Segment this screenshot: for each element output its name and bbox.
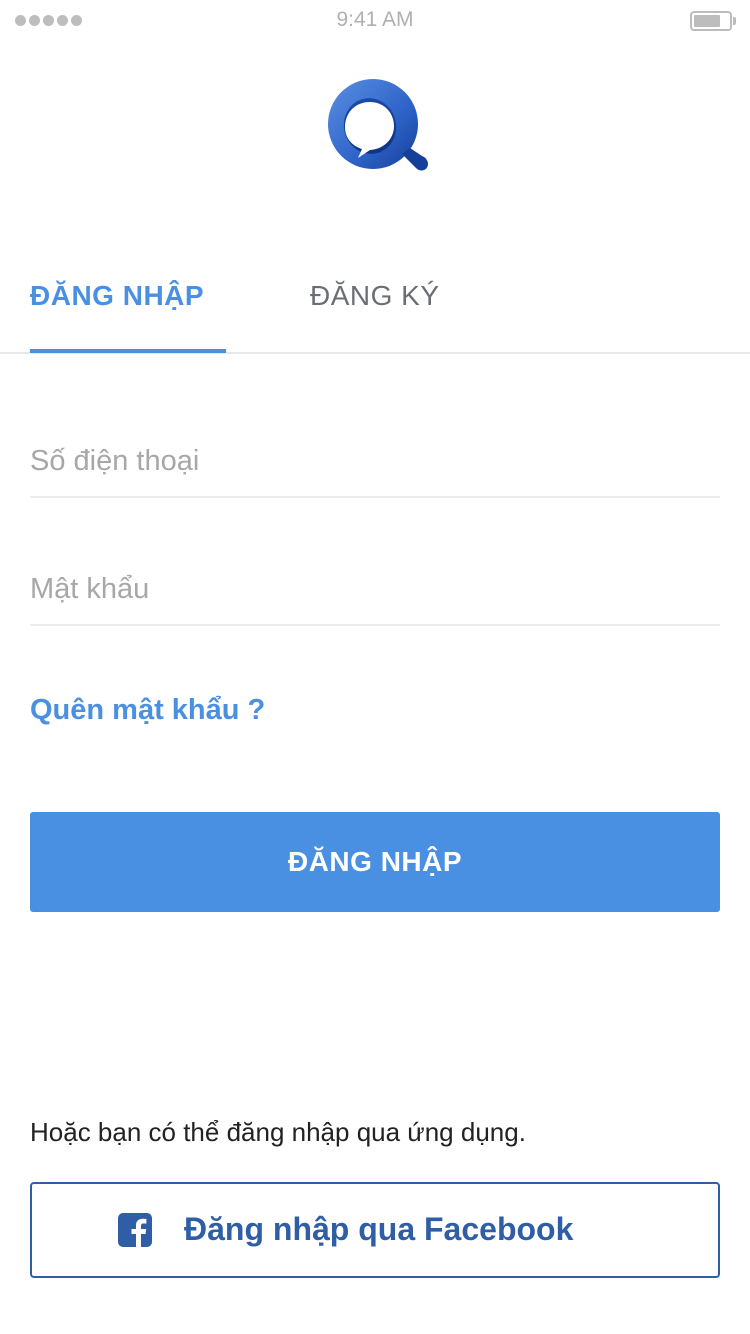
- tab-register[interactable]: ĐĂNG KÝ: [310, 280, 440, 312]
- auth-tabs: ĐĂNG NHẬP ĐĂNG KÝ: [0, 270, 750, 354]
- forgot-password-link[interactable]: Quên mật khẩu ?: [30, 694, 265, 727]
- facebook-login-button[interactable]: Đăng nhập qua Facebook: [30, 1182, 720, 1278]
- status-bar: 9:41 AM: [0, 0, 750, 40]
- battery-icon: [690, 11, 736, 31]
- facebook-login-label: Đăng nhập qua Facebook: [184, 1211, 574, 1247]
- password-input[interactable]: [30, 554, 720, 624]
- tab-login[interactable]: ĐĂNG NHẬP: [30, 280, 204, 312]
- login-button[interactable]: ĐĂNG NHẬP: [30, 812, 720, 912]
- phone-input[interactable]: [30, 426, 720, 496]
- active-tab-indicator: [30, 349, 226, 353]
- password-field: [30, 554, 720, 626]
- status-time: 9:41 AM: [336, 8, 414, 31]
- alternative-login-text: Hoặc bạn có thể đăng nhập qua ứng dụng.: [30, 1117, 526, 1147]
- phone-field: [30, 426, 720, 498]
- facebook-icon: [118, 1213, 152, 1247]
- app-logo-icon: [328, 79, 428, 171]
